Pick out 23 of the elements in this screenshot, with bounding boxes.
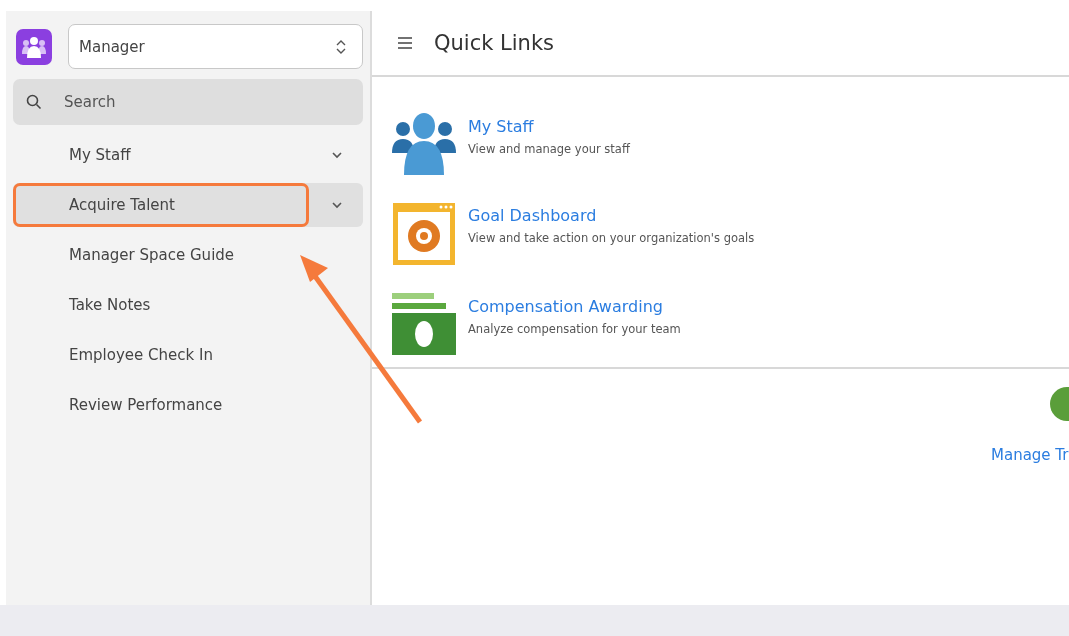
nav-item[interactable]: My Staff	[13, 133, 363, 177]
nav-item[interactable]: Review Performance	[13, 383, 363, 427]
money-icon	[392, 293, 456, 357]
sort-chevrons-icon	[336, 39, 346, 54]
nav-item[interactable]: Manager Space Guide	[13, 233, 363, 277]
quick-link[interactable]: Goal Dashboard	[468, 206, 755, 225]
quick-link[interactable]: My Staff	[468, 117, 630, 136]
page-title: Quick Links	[434, 31, 554, 55]
role-select[interactable]: Manager	[68, 24, 363, 69]
people-icon	[392, 113, 456, 175]
link-description: View and take action on your organization's goals	[468, 231, 755, 245]
link-description: View and manage your staff	[468, 142, 630, 156]
search-field[interactable]: Search	[13, 79, 363, 125]
search-icon	[26, 94, 42, 110]
link-description: Analyze compensation for your team	[468, 322, 681, 336]
menu-icon[interactable]	[398, 37, 412, 49]
target-window-icon	[392, 202, 456, 266]
quick-link[interactable]: Compensation Awarding	[468, 297, 681, 316]
nav-item[interactable]: Acquire Talent	[13, 183, 363, 227]
app-logo[interactable]	[16, 28, 52, 65]
manage-link[interactable]: Manage Tr	[991, 446, 1069, 464]
nav-item[interactable]: Employee Check In	[13, 333, 363, 377]
nav-item[interactable]: Take Notes	[13, 283, 363, 327]
